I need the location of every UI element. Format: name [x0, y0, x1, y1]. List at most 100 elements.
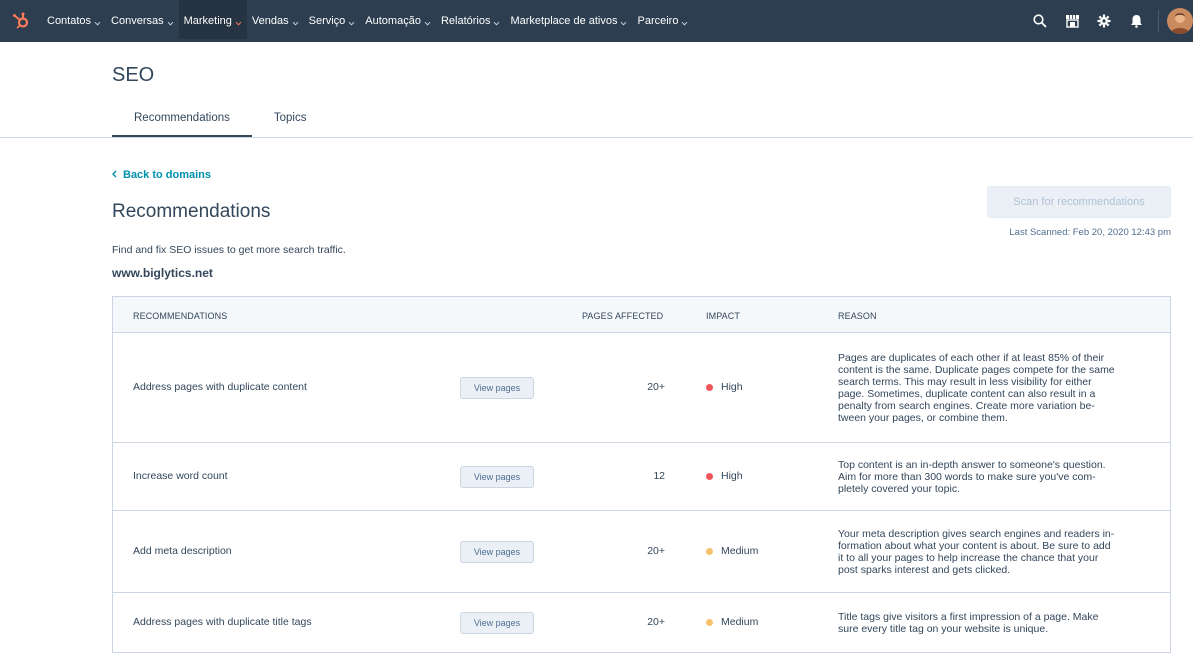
- nav-item-contatos[interactable]: Contatos: [42, 0, 106, 42]
- header-pages-affected[interactable]: PAGES AFFECTED: [582, 311, 663, 321]
- nav-item-automa-o[interactable]: Automação: [360, 0, 436, 42]
- nav-item-marketing[interactable]: Marketing: [178, 0, 247, 42]
- chevron-down-icon: [167, 18, 174, 26]
- reason-line: it to all your pages to help increase th…: [838, 552, 1099, 564]
- reason-text: Pages are duplicates of each other if at…: [838, 352, 1160, 424]
- impact-level: Medium: [706, 545, 758, 557]
- reason-line: sure every title tag on your website is …: [838, 623, 1049, 635]
- pages-affected-count: 20+: [647, 616, 665, 628]
- nav-item-label: Relatórios: [440, 15, 491, 27]
- last-scanned-timestamp: Last Scanned: Feb 20, 2020 12:43 pm: [1009, 227, 1171, 238]
- reason-line: penalty from search engines. Create more…: [838, 400, 1095, 412]
- recommendation-name: Add meta description: [133, 545, 232, 557]
- impact-dot-icon: [706, 472, 713, 480]
- chevron-down-icon: [292, 18, 299, 26]
- nav-item-parceiro[interactable]: Parceiro: [632, 0, 693, 42]
- reason-text: Your meta description gives search engin…: [838, 528, 1160, 576]
- impact-label: Medium: [721, 616, 759, 628]
- reason-line: Pages are duplicates of each other if at…: [838, 352, 1105, 364]
- view-pages-button[interactable]: View pages: [460, 377, 534, 399]
- nav-item-vendas[interactable]: Vendas: [247, 0, 304, 42]
- back-to-domains-link[interactable]: Back to domains: [112, 169, 211, 181]
- header-reason[interactable]: REASON: [838, 311, 877, 321]
- impact-level: High: [706, 470, 743, 482]
- reason-line: Title tags give visitors a first impress…: [838, 611, 1099, 623]
- table-body: Address pages with duplicate content View…: [113, 333, 1170, 653]
- chevron-left-icon: [112, 169, 117, 181]
- user-avatar[interactable]: [1167, 8, 1193, 34]
- table-row: Increase word count View pages 12 High Top c…: [113, 443, 1170, 511]
- chevron-down-icon: [94, 18, 101, 26]
- settings-icon[interactable]: [1088, 0, 1120, 42]
- nav-item-label: Parceiro: [637, 15, 679, 27]
- impact-dot-icon: [706, 547, 713, 555]
- pages-affected-count: 20+: [647, 381, 665, 393]
- reason-line: pletely covered your topic.: [838, 483, 960, 495]
- page-title: SEO: [112, 64, 155, 86]
- page-description: Find and fix SEO issues to get more sear…: [112, 244, 346, 256]
- nav-item-label: Marketing: [183, 15, 232, 27]
- recommendations-table: RECOMMENDATIONS PAGES AFFECTED IMPACT RE…: [112, 296, 1171, 653]
- reason-line: search terms. This may result in less vi…: [838, 376, 1092, 388]
- reason-line: tween your pages, or combine them.: [838, 412, 1008, 424]
- view-pages-button[interactable]: View pages: [460, 466, 534, 488]
- tab-recommendations[interactable]: Recommendations: [112, 104, 252, 138]
- search-icon[interactable]: [1024, 0, 1056, 42]
- impact-label: High: [721, 381, 743, 393]
- reason-text: Title tags give visitors a first impress…: [838, 611, 1160, 635]
- table-row: Address pages with duplicate content View…: [113, 333, 1170, 443]
- reason-line: formation about what your content is abo…: [838, 540, 1111, 552]
- nav-item-label: Marketplace de ativos: [510, 15, 618, 27]
- pages-affected-count: 12: [653, 470, 665, 482]
- reason-line: post sparks interest and gets clicked.: [838, 564, 1011, 576]
- nav-utilities: [1024, 0, 1193, 42]
- section-title: Recommendations: [112, 201, 271, 222]
- reason-line: page. Sometimes, duplicate content can a…: [838, 388, 1096, 400]
- hubspot-logo-icon[interactable]: [0, 0, 42, 42]
- nav-item-relat-rios[interactable]: Relatórios: [436, 0, 506, 42]
- header-recommendations[interactable]: RECOMMENDATIONS: [133, 311, 227, 321]
- impact-level: High: [706, 381, 743, 393]
- impact-label: Medium: [721, 545, 759, 557]
- recommendation-name: Increase word count: [133, 470, 228, 482]
- notifications-icon[interactable]: [1120, 0, 1152, 42]
- recommendation-name: Address pages with duplicate content: [133, 381, 307, 393]
- reason-text: Top content is an in-depth answer to som…: [838, 459, 1160, 495]
- domain-name: www.biglytics.net: [112, 266, 213, 280]
- table-row: Add meta description View pages 20+ Medium Y…: [113, 511, 1170, 593]
- view-pages-button[interactable]: View pages: [460, 612, 534, 634]
- impact-label: High: [721, 470, 743, 482]
- reason-line: Aim for more than 300 words to make sure…: [838, 471, 1096, 483]
- nav-item-servi-o[interactable]: Serviço: [304, 0, 361, 42]
- main-menu: Contatos Conversas Marketing Vendas Serviço A…: [42, 0, 693, 42]
- nav-item-label: Automação: [365, 15, 421, 27]
- page-tabs: Recommendations Topics: [112, 104, 329, 138]
- nav-item-label: Conversas: [111, 15, 164, 27]
- nav-separator: [1158, 10, 1159, 32]
- chevron-down-icon: [235, 18, 242, 26]
- table-row: Address pages with duplicate title tags V…: [113, 593, 1170, 653]
- back-link-label: Back to domains: [123, 169, 212, 181]
- chevron-down-icon: [681, 18, 688, 26]
- chevron-down-icon: [620, 18, 627, 26]
- nav-item-label: Contatos: [47, 15, 92, 27]
- reason-line: Top content is an in-depth answer to som…: [838, 459, 1106, 471]
- impact-dot-icon: [706, 383, 713, 391]
- scan-for-recommendations-button[interactable]: Scan for recommendations: [987, 186, 1171, 218]
- marketplace-icon[interactable]: [1056, 0, 1088, 42]
- view-pages-button[interactable]: View pages: [460, 541, 534, 563]
- chevron-down-icon: [348, 18, 355, 26]
- chevron-down-icon: [424, 18, 431, 26]
- header-impact[interactable]: IMPACT: [706, 311, 740, 321]
- nav-item-label: Vendas: [251, 15, 289, 27]
- tab-topics[interactable]: Topics: [252, 104, 329, 138]
- chevron-down-icon: [493, 18, 500, 26]
- pages-affected-count: 20+: [647, 545, 665, 557]
- reason-line: content is the same. Duplicate pages com…: [838, 364, 1115, 376]
- impact-dot-icon: [706, 618, 713, 626]
- reason-line: Your meta description gives search engin…: [838, 528, 1115, 540]
- nav-item-conversas[interactable]: Conversas: [106, 0, 179, 42]
- tabs-divider: [0, 137, 1193, 138]
- top-navigation: Contatos Conversas Marketing Vendas Serviço A…: [0, 0, 1193, 42]
- nav-item-marketplace-de-ativos[interactable]: Marketplace de ativos: [505, 0, 632, 42]
